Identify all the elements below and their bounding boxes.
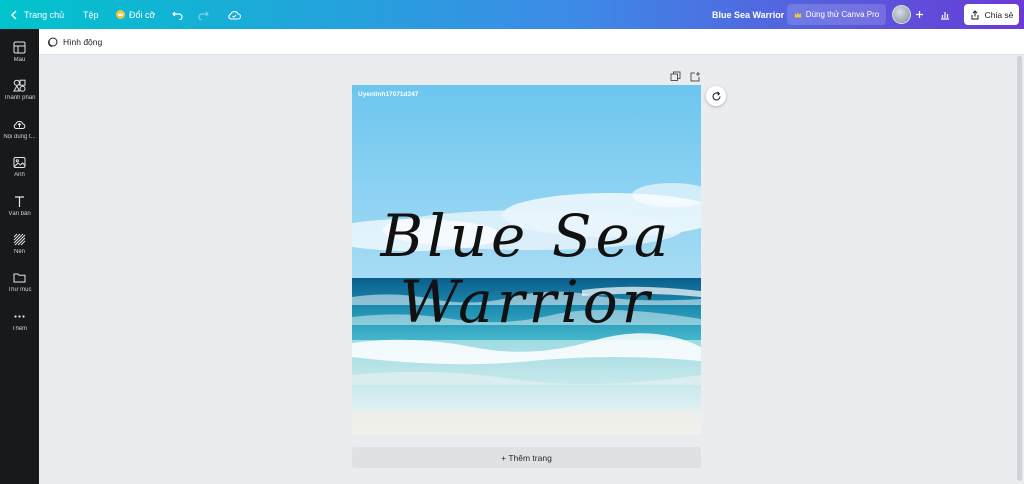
crown-icon [116, 10, 125, 19]
template-icon [13, 41, 26, 54]
headline-text[interactable]: Blue Sea Warrior [352, 203, 701, 335]
design-title-text: Blue Sea Warrior [712, 9, 785, 20]
sidebar-item-label: Ảnh [14, 172, 25, 178]
duplicate-page-button[interactable] [670, 69, 681, 81]
sidebar-item-photos[interactable]: Ảnh [0, 152, 39, 186]
add-page-icon-button[interactable] [690, 69, 701, 82]
duplicate-icon [670, 71, 681, 81]
scrollbar-thumb[interactable] [1017, 56, 1022, 481]
more-icon [14, 315, 25, 318]
bar-chart-icon [941, 11, 949, 20]
share-label: Chia sẻ [984, 9, 1014, 20]
animate-icon [48, 37, 58, 47]
undo-icon [172, 11, 183, 20]
try-canva-pro-button[interactable]: Dùng thử Canva Pro [787, 4, 886, 25]
file-label: Tệp [83, 9, 99, 20]
sidebar-item-text[interactable]: Văn bản [0, 191, 39, 225]
design-title[interactable]: Blue Sea Warrior [712, 0, 784, 29]
share-button[interactable]: Chia sẻ [964, 4, 1019, 25]
avatar[interactable] [892, 5, 911, 24]
photo-icon [13, 157, 26, 168]
design-canvas[interactable]: Uyenlinh17071d247 Blue Sea Warrior [352, 85, 701, 434]
top-bar: Trang chủ Tệp Đổi cỡ Blue Sea Warrior Dù… [0, 0, 1024, 29]
sidebar-item-uploads[interactable]: Nội dung t... [0, 114, 39, 148]
add-collaborator-button[interactable] [915, 0, 924, 29]
home-button[interactable]: Trang chủ [10, 0, 64, 29]
elements-icon [13, 79, 26, 92]
insights-button[interactable] [940, 0, 950, 29]
share-icon [971, 9, 979, 19]
folder-icon [13, 273, 26, 283]
chevron-left-icon [10, 9, 17, 20]
sidebar-item-label: Nền [13, 249, 25, 255]
sidebar-item-label: Mẫu [13, 57, 26, 63]
sidebar-item-label: Văn bản [8, 211, 31, 217]
cloud-check-icon [228, 10, 241, 20]
sidebar-item-label: Thêm [11, 326, 28, 332]
sidebar-item-folders[interactable]: Thư mục [0, 267, 39, 301]
undo-button[interactable] [172, 0, 184, 29]
animate-button[interactable]: Hình động [47, 29, 102, 55]
file-menu-button[interactable]: Tệp [83, 0, 99, 29]
add-page-icon [690, 72, 700, 82]
sidebar-item-templates[interactable]: Mẫu [0, 37, 39, 71]
upload-cloud-icon [13, 121, 26, 130]
resize-button[interactable]: Đổi cỡ [116, 0, 155, 29]
redo-icon [198, 11, 209, 20]
text-icon [15, 196, 24, 207]
sidebar-item-label: Thư mục [7, 287, 32, 293]
background-icon [13, 233, 26, 246]
sidebar-item-background[interactable]: Nền [0, 229, 39, 263]
sidebar-item-label: Thành phần [3, 95, 36, 101]
sidebar-item-more[interactable]: Thêm [0, 306, 39, 340]
home-label: Trang chủ [24, 9, 65, 20]
plus-icon [916, 11, 923, 18]
add-page-label: + Thêm trang [501, 452, 552, 463]
context-toolbar: Hình động [39, 29, 1024, 55]
animate-label: Hình động [63, 37, 103, 47]
crown-icon [794, 11, 801, 17]
redo-button[interactable] [197, 0, 209, 29]
refresh-icon [711, 91, 721, 100]
watermark-text: Uyenlinh17071d247 [358, 91, 419, 98]
sidebar: Mẫu Thành phần Nội dung t... Ảnh Văn bản… [0, 29, 39, 484]
refresh-button[interactable] [706, 86, 726, 106]
resize-label: Đổi cỡ [129, 9, 156, 20]
save-status-button[interactable] [227, 0, 241, 29]
pro-label: Dùng thử Canva Pro [805, 10, 880, 19]
sidebar-item-label: Nội dung t... [3, 134, 36, 140]
sidebar-item-elements[interactable]: Thành phần [0, 75, 39, 109]
page-actions [670, 69, 701, 82]
add-page-button[interactable]: + Thêm trang [352, 447, 701, 468]
